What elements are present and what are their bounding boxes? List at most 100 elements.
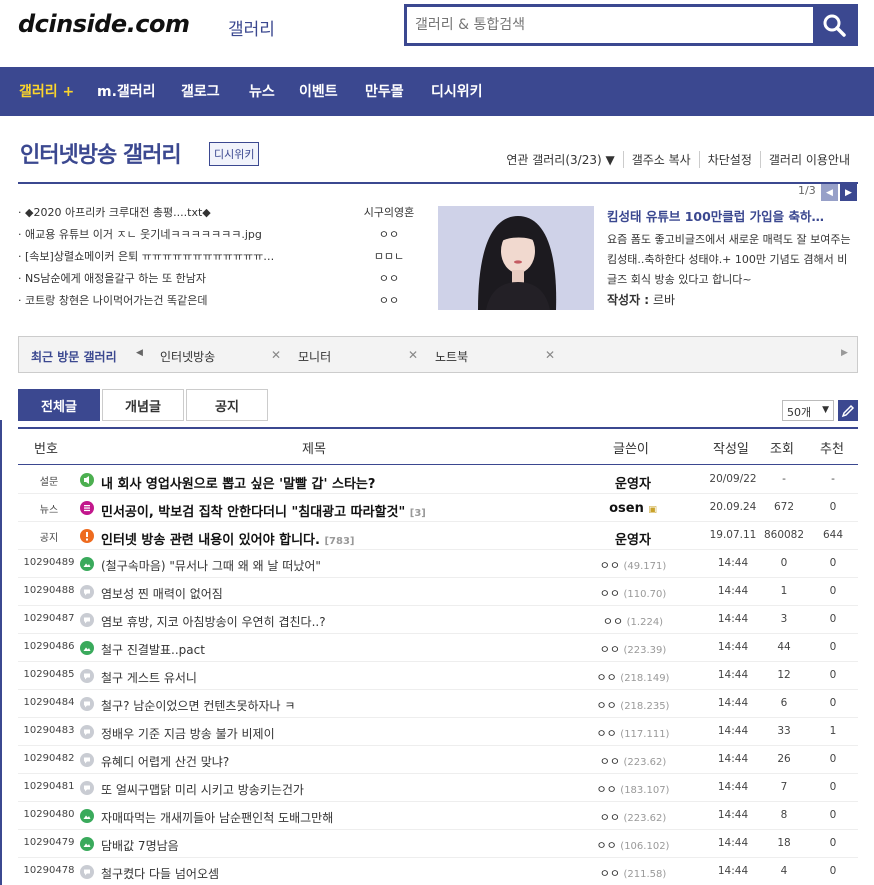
tab-notice[interactable]: 공지 xyxy=(186,389,268,421)
nav-wiki[interactable]: 디시위키 xyxy=(431,81,483,101)
concept-item[interactable]: · NS남순에게 애정을갈구 하는 또 한남자 ㅇㅇ xyxy=(18,270,426,292)
post-writer[interactable]: ㅇㅇ (223.62) xyxy=(583,753,683,769)
wiki-tag-button[interactable]: 디시위키 xyxy=(209,142,260,166)
text-post-icon xyxy=(80,725,94,739)
post-writer[interactable]: ㅇㅇ (223.39) xyxy=(583,641,683,657)
reply-count[interactable]: [783] xyxy=(324,536,354,547)
recent-item[interactable]: 인터넷방송 xyxy=(160,348,215,365)
gallery-guide-button[interactable]: 갤러리 이용안내 xyxy=(759,151,858,168)
table-row[interactable]: 10290489 (철구속마음) "뮤서나 그때 왜 왜 날 떠났어" ㅇㅇ (49… xyxy=(18,550,858,578)
nav-mall[interactable]: 만두몰 xyxy=(365,81,404,101)
post-title[interactable]: (철구속마음) "뮤서나 그때 왜 왜 날 떠났어" xyxy=(101,557,541,574)
post-writer[interactable]: 운영자 xyxy=(583,529,683,548)
recent-visits-label: 최근 방문 갤러리 xyxy=(31,350,117,364)
table-row[interactable]: 10290485 철구 게스트 유서니 ㅇㅇ (218.149) 14:44 12 0 xyxy=(18,662,858,690)
list-count-select[interactable]: 50개 ▼ xyxy=(782,400,834,421)
gallery-logo-sub[interactable]: 갤러리 xyxy=(228,15,275,40)
post-writer[interactable]: 운영자 xyxy=(583,473,683,492)
concept-item[interactable]: · ◆2020 아프리카 크루대전 총평....txt◆ 시구의영혼 xyxy=(18,204,426,226)
concept-item[interactable]: · 애교용 유튜브 이거 ㅈㄴ 웃기네ㅋㅋㅋㅋㅋㅋㅋ.jpg ㅇㅇ xyxy=(18,226,426,248)
search-button[interactable] xyxy=(813,7,855,43)
post-recommend: 0 xyxy=(829,669,837,681)
post-title[interactable]: 인터넷 방송 관련 내용이 있어야 합니다. [783] xyxy=(101,529,541,548)
recent-next-icon[interactable]: ▶ xyxy=(841,348,848,358)
table-row[interactable]: 10290481 또 얼씨구맵닭 미리 시키고 방송키는건가 ㅇㅇ (183.107… xyxy=(18,774,858,802)
close-icon[interactable]: ✕ xyxy=(408,348,418,362)
table-row[interactable]: 10290480 자매따먹는 개새끼들아 남순팬인척 도배그만해 ㅇㅇ (223.6… xyxy=(18,802,858,830)
post-title[interactable]: 철구? 남순이었으면 컨텐츠못하자나 ㅋ xyxy=(101,697,541,714)
post-writer[interactable]: ㅇㅇ (49.171) xyxy=(583,557,683,573)
post-writer[interactable]: ㅇㅇ (223.62) xyxy=(583,809,683,825)
post-writer[interactable]: osen ▣ xyxy=(583,501,683,516)
post-title[interactable]: 철구켰다 다들 넘어오셈 xyxy=(101,865,541,882)
search-input[interactable] xyxy=(415,13,805,37)
nav-gallog[interactable]: 갤로그 xyxy=(181,81,220,101)
recent-item[interactable]: 모니터 xyxy=(298,348,331,365)
post-title[interactable]: 염보 휴방, 지코 아침방송이 우연히 겹친다..? xyxy=(101,613,541,630)
reply-count[interactable]: [3] xyxy=(410,508,426,519)
table-row[interactable]: 10290482 유혜디 어렵게 산건 맞냐? ㅇㅇ (223.62) 14:44 26… xyxy=(18,746,858,774)
post-writer[interactable]: ㅇㅇ (117.111) xyxy=(583,725,683,741)
text-post-icon xyxy=(80,697,94,711)
recent-prev-icon[interactable]: ◀ xyxy=(136,348,143,358)
post-views: 18 xyxy=(777,837,791,849)
nav-m-gallery[interactable]: m.갤러리 xyxy=(97,81,156,101)
post-title[interactable]: 자매따먹는 개새끼들아 남순팬인척 도배그만해 xyxy=(101,809,541,826)
post-writer[interactable]: ㅇㅇ (218.149) xyxy=(583,669,683,685)
post-title[interactable]: 염보성 찐 매력이 없어짐 xyxy=(101,585,541,602)
post-title[interactable]: 또 얼씨구맵닭 미리 시키고 방송키는건가 xyxy=(101,781,541,798)
featured-prev-button[interactable]: ◀ xyxy=(821,184,838,201)
featured-body[interactable]: 요즘 폼도 좋고비글즈에서 새로운 매력도 잘 보여주는 킴성태..축하한다 성… xyxy=(607,230,855,290)
table-row[interactable]: 설문 내 회사 영업사원으로 뽑고 싶은 '말빨 갑' 스타는? 운영자 20/09/… xyxy=(18,466,858,494)
post-writer[interactable]: ㅇㅇ (211.58) xyxy=(583,865,683,881)
table-row[interactable]: 10290486 철구 진결발표..pact ㅇㅇ (223.39) 14:44 44 0 xyxy=(18,634,858,662)
table-row[interactable]: 10290479 담배값 7명남음 ㅇㅇ (106.102) 14:44 18 0 xyxy=(18,830,858,858)
featured-next-button[interactable]: ▶ xyxy=(840,184,857,201)
recent-item[interactable]: 노트북 xyxy=(435,348,468,365)
post-title[interactable]: 민서공이, 박보검 집착 안한다더니 "침대광고 따라할것" [3] xyxy=(101,501,541,520)
table-row[interactable]: 10290478 철구켰다 다들 넘어오셈 ㅇㅇ (211.58) 14:44 4 0 xyxy=(18,858,858,885)
post-writer[interactable]: ㅇㅇ (218.235) xyxy=(583,697,683,713)
post-title[interactable]: 정배우 기준 지금 방송 불가 비제이 xyxy=(101,725,541,742)
related-gallery-button[interactable]: 연관 갤러리(3/23) ▼ xyxy=(498,151,622,168)
post-title[interactable]: 내 회사 영업사원으로 뽑고 싶은 '말빨 갑' 스타는? xyxy=(101,473,541,492)
post-title[interactable]: 담배값 7명남음 xyxy=(101,837,541,854)
post-writer[interactable]: ㅇㅇ (1.224) xyxy=(583,613,683,629)
post-title[interactable]: 유혜디 어렵게 산건 맞냐? xyxy=(101,753,541,770)
text-post-icon xyxy=(80,585,94,599)
block-settings-button[interactable]: 차단설정 xyxy=(698,151,760,168)
table-row[interactable]: 10290484 철구? 남순이었으면 컨텐츠못하자나 ㅋ ㅇㅇ (218.235)… xyxy=(18,690,858,718)
copy-address-button[interactable]: 갤주소 복사 xyxy=(622,151,699,168)
post-title[interactable]: 철구 게스트 유서니 xyxy=(101,669,541,686)
table-row[interactable]: 10290487 염보 휴방, 지코 아침방송이 우연히 겹친다..? ㅇㅇ (1.… xyxy=(18,606,858,634)
featured-thumbnail[interactable] xyxy=(438,206,594,310)
post-writer[interactable]: ㅇㅇ (110.70) xyxy=(583,585,683,601)
tab-concept[interactable]: 개념글 xyxy=(102,389,184,421)
tab-all[interactable]: 전체글 xyxy=(18,389,100,421)
post-views: 6 xyxy=(780,697,788,709)
concept-item[interactable]: · 코트랑 창현은 나이먹어가는건 똑같은데 ㅇㅇ xyxy=(18,292,426,314)
post-title[interactable]: 철구 진결발표..pact xyxy=(101,641,541,658)
site-logo[interactable]: dcinside.com xyxy=(18,10,190,38)
gallery-title[interactable]: 인터넷방송 갤러리 xyxy=(20,137,182,169)
nav-event[interactable]: 이벤트 xyxy=(299,81,338,101)
nav-news[interactable]: 뉴스 xyxy=(249,81,275,101)
post-writer[interactable]: ㅇㅇ (106.102) xyxy=(583,837,683,853)
table-row[interactable]: 공지 인터넷 방송 관련 내용이 있어야 합니다. [783] 운영자 19.07.1… xyxy=(18,522,858,550)
writer-ip: (183.107) xyxy=(620,785,670,796)
post-recommend: 0 xyxy=(829,501,837,513)
concept-item[interactable]: · [속보]상렬쇼메이커 은퇴 ㅠㅠㅠㅠㅠㅠㅠㅠㅠㅠㅠㅠ… ㅁㅁㄴ xyxy=(18,248,426,270)
table-row[interactable]: 뉴스 민서공이, 박보검 집착 안한다더니 "침대광고 따라할것" [3] osen… xyxy=(18,494,858,522)
table-row[interactable]: 10290488 염보성 찐 매력이 없어짐 ㅇㅇ (110.70) 14:44 1 0 xyxy=(18,578,858,606)
table-row[interactable]: 10290483 정배우 기준 지금 방송 불가 비제이 ㅇㅇ (117.111) 1… xyxy=(18,718,858,746)
post-views: 1 xyxy=(780,585,788,597)
featured-title[interactable]: 킴성태 유튜브 100만클럽 가입을 축하… xyxy=(607,206,852,225)
close-icon[interactable]: ✕ xyxy=(271,348,281,362)
pencil-icon xyxy=(841,404,855,417)
left-edge-bar xyxy=(0,420,2,885)
nav-gallery[interactable]: 갤러리 + xyxy=(19,81,74,101)
close-icon[interactable]: ✕ xyxy=(545,348,555,362)
write-button[interactable] xyxy=(838,400,858,421)
image-post-icon xyxy=(80,809,94,823)
post-writer[interactable]: ㅇㅇ (183.107) xyxy=(583,781,683,797)
